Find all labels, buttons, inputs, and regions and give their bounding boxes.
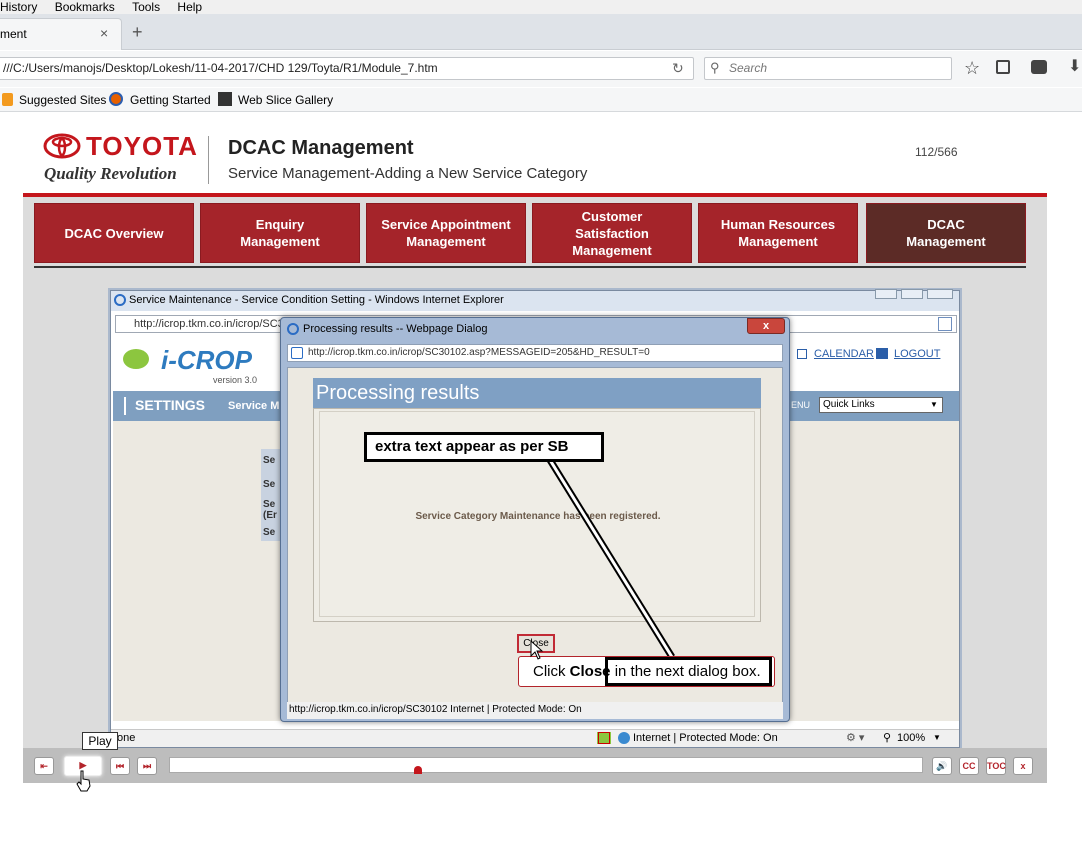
cc-button[interactable]: CC [959,757,979,775]
progress-track[interactable] [169,757,923,774]
instruction-prefix: Click [533,663,570,680]
previous-icon[interactable]: ⏮ [110,757,130,775]
instruction-highlight-box [605,657,772,686]
play-tooltip: Play [82,732,118,750]
progress-thumb[interactable] [414,766,423,774]
mouse-cursor-icon [530,640,544,660]
toc-button[interactable]: TOC [986,757,1006,775]
hand-cursor-icon [76,770,91,792]
callout-line [547,458,675,659]
exit-icon[interactable]: ⇤ [34,757,54,775]
sb-note-callout: extra text appear as per SB [364,432,604,462]
next-icon[interactable]: ⏭ [137,757,157,775]
volume-icon[interactable]: 🔊 [932,757,952,775]
exit-button[interactable]: x [1013,757,1033,775]
